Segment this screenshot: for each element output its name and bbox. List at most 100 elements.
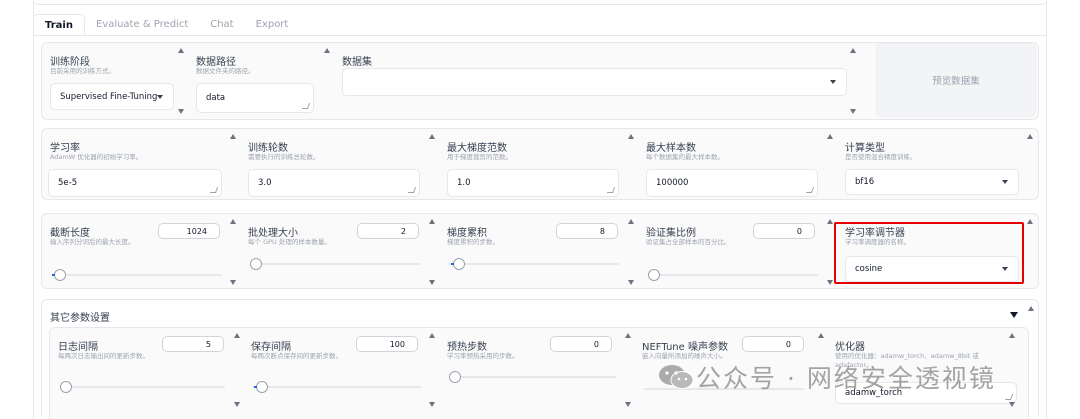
scroll-down-icon[interactable] <box>234 402 240 407</box>
scroll-up-icon[interactable] <box>818 333 824 338</box>
scroll-up-icon[interactable] <box>827 219 833 224</box>
max-grad-norm-label: 最大梯度范数 <box>447 143 507 154</box>
compute-type-desc: 是否使用混合精度训练。 <box>845 153 917 161</box>
scroll-down-icon[interactable] <box>1009 402 1015 407</box>
grad-accum-number[interactable]: 8 <box>556 223 618 239</box>
logging-steps-slider-track[interactable] <box>60 386 225 388</box>
lr-label: 学习率 <box>50 143 80 154</box>
save-steps-number[interactable]: 100 <box>356 336 418 352</box>
logging-steps-slider-handle[interactable] <box>60 381 72 393</box>
scroll-up-icon[interactable] <box>827 134 833 139</box>
val-size-slider-handle[interactable] <box>648 269 660 281</box>
logging-steps-number[interactable]: 5 <box>162 336 224 352</box>
compute-type-label: 计算类型 <box>845 143 885 154</box>
val-size-label: 验证集比例 <box>646 228 696 239</box>
scroll-down-icon[interactable] <box>429 402 435 407</box>
scroll-down-icon[interactable] <box>625 402 631 407</box>
watermark: 公众号 · 网络安全透视镜 <box>656 359 996 395</box>
batch-size-label: 批处理大小 <box>248 228 298 239</box>
scroll-up-icon[interactable] <box>1028 306 1034 311</box>
batch-size-slider-track[interactable] <box>250 263 420 265</box>
accordion-toggle-icon[interactable] <box>1010 312 1018 318</box>
resize-handle-icon[interactable] <box>209 187 219 193</box>
scroll-up-icon[interactable] <box>1009 333 1015 338</box>
logging-steps-label: 日志间隔 <box>58 342 98 353</box>
tab-evaluate-predict[interactable]: Evaluate & Predict <box>85 14 199 36</box>
resize-handle-icon[interactable] <box>805 187 815 193</box>
scroll-up-icon[interactable] <box>1027 219 1033 224</box>
preview-dataset-button[interactable]: 预览数据集 <box>876 43 1036 117</box>
stage-desc: 目前采用的训练方式。 <box>50 67 115 75</box>
scroll-up-icon[interactable] <box>429 134 435 139</box>
tab-export[interactable]: Export <box>245 14 300 36</box>
epochs-input[interactable]: 3.0 <box>248 169 420 197</box>
scroll-down-icon[interactable] <box>429 280 435 285</box>
cutoff-len-number[interactable]: 1024 <box>158 223 220 239</box>
optim-label: 优化器 <box>835 342 865 353</box>
scroll-down-icon[interactable] <box>827 280 833 285</box>
batch-size-slider-handle[interactable] <box>250 258 262 270</box>
scroll-up-icon[interactable] <box>628 134 634 139</box>
data-dir-desc: 数据文件夹的路径。 <box>196 67 255 75</box>
batch-size-number[interactable]: 2 <box>357 223 419 239</box>
dataset-select[interactable] <box>342 68 847 96</box>
resize-handle-icon[interactable] <box>407 187 417 193</box>
scroll-up-icon[interactable] <box>230 219 236 224</box>
warmup-steps-slider-handle[interactable] <box>449 371 461 383</box>
scroll-down-icon[interactable] <box>628 280 634 285</box>
cutoff-len-desc: 输入序列分词后的最大长度。 <box>50 238 135 246</box>
max-grad-norm-desc: 用于梯度裁剪的范数。 <box>447 153 512 161</box>
scroll-up-icon[interactable] <box>178 48 184 53</box>
lr-value: 5e-5 <box>58 178 78 188</box>
max-samples-label: 最大样本数 <box>646 143 696 154</box>
max-samples-block: 最大样本数 每个数据集的最大样本数。 100000 <box>638 129 837 199</box>
data-dir-input[interactable]: data <box>196 83 314 113</box>
epochs-label: 训练轮数 <box>248 143 288 154</box>
stage-value: Supervised Fine-Tuning <box>60 91 158 102</box>
max-grad-norm-block: 最大梯度范数 用于梯度裁剪的范数。 1.0 <box>439 129 638 199</box>
stage-label: 训练阶段 <box>50 57 90 68</box>
scroll-up-icon[interactable] <box>628 219 634 224</box>
warmup-steps-number[interactable]: 0 <box>550 336 612 352</box>
other-params-title[interactable]: 其它参数设置 <box>50 309 110 324</box>
val-size-desc: 验证集占全部样本的百分比。 <box>646 238 731 246</box>
dataset-label: 数据集 <box>342 57 372 68</box>
scroll-up-icon[interactable] <box>429 333 435 338</box>
grad-accum-slider-track[interactable] <box>449 263 619 265</box>
save-steps-slider-handle[interactable] <box>254 381 268 393</box>
grad-accum-label: 梯度累积 <box>447 228 487 239</box>
save-steps-slider-track[interactable] <box>253 386 421 388</box>
scroll-up-icon[interactable] <box>850 48 856 53</box>
resize-handle-icon[interactable] <box>606 187 616 193</box>
compute-type-value: bf16 <box>855 177 875 187</box>
val-size-slider-track[interactable] <box>648 274 818 276</box>
scroll-up-icon[interactable] <box>1027 134 1033 139</box>
resize-handle-icon[interactable] <box>1004 394 1014 400</box>
lr-input[interactable]: 5e-5 <box>48 169 222 197</box>
resize-handle-icon[interactable] <box>301 103 311 109</box>
tab-chat[interactable]: Chat <box>199 14 244 36</box>
chevron-down-icon <box>1002 180 1008 184</box>
neftune-number[interactable]: 0 <box>742 336 804 352</box>
compute-type-select[interactable]: bf16 <box>845 169 1019 195</box>
val-size-number[interactable]: 0 <box>753 223 815 239</box>
max-samples-input[interactable]: 100000 <box>646 169 818 197</box>
max-grad-norm-input[interactable]: 1.0 <box>447 169 619 197</box>
scroll-down-icon[interactable] <box>178 109 184 114</box>
scroll-down-icon[interactable] <box>230 280 236 285</box>
grad-accum-slider-handle[interactable] <box>451 258 465 270</box>
data-dir-block: 数据路径 数据文件夹的路径。 data <box>188 43 334 119</box>
cutoff-len-slider-track[interactable] <box>52 274 222 276</box>
stage-select[interactable]: Supervised Fine-Tuning <box>50 83 174 110</box>
scroll-up-icon[interactable] <box>429 219 435 224</box>
scroll-up-icon[interactable] <box>234 333 240 338</box>
scroll-up-icon[interactable] <box>324 48 330 53</box>
tab-train[interactable]: Train <box>33 14 85 36</box>
max-samples-desc: 每个数据集的最大样本数。 <box>646 153 724 161</box>
lr-block: 学习率 AdamW 优化器的初始学习率。 5e-5 <box>42 129 240 199</box>
scroll-up-icon[interactable] <box>230 134 236 139</box>
scroll-up-icon[interactable] <box>625 333 631 338</box>
scroll-down-icon[interactable] <box>850 109 856 114</box>
cutoff-len-slider-handle[interactable] <box>52 269 66 281</box>
warmup-steps-slider-track[interactable] <box>449 376 616 378</box>
